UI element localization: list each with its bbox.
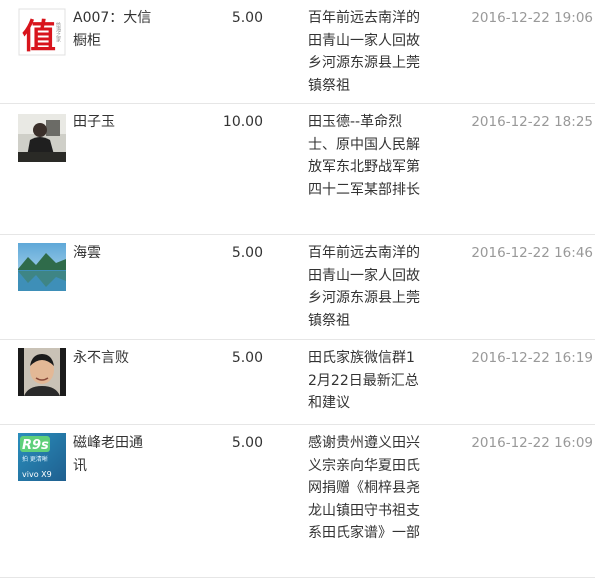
donation-time: 2016-12-22 19:06 bbox=[471, 10, 593, 26]
donation-amount: 5.00 bbox=[231, 435, 263, 451]
donation-message[interactable]: 百年前远去南洋的田青山一家人回故乡河源东源县上莞镇祭祖 bbox=[308, 7, 420, 97]
donation-message[interactable]: 百年前远去南洋的田青山一家人回故乡河源东源县上莞镇祭祖 bbox=[308, 242, 420, 332]
donor-name[interactable]: 磁峰老田通讯 bbox=[73, 432, 153, 477]
zhi-calligraphy-avatar-icon[interactable]: 值 给海之家 bbox=[18, 8, 66, 56]
donation-time: 2016-12-22 18:25 bbox=[471, 114, 593, 130]
donation-amount: 5.00 bbox=[231, 350, 263, 366]
donor-name[interactable]: 田子玉 bbox=[73, 111, 153, 134]
donation-message[interactable]: 田氏家族微信群12月22日最新汇总和建议 bbox=[308, 347, 420, 415]
donation-time: 2016-12-22 16:09 bbox=[471, 435, 593, 451]
donor-name[interactable]: A007：大信橱柜 bbox=[73, 7, 153, 52]
donation-time: 2016-12-22 16:46 bbox=[471, 245, 593, 261]
donation-time: 2016-12-22 16:19 bbox=[471, 350, 593, 366]
donation-message[interactable]: 感谢贵州遵义田兴义宗亲向华夏田氏网捐赠《桐梓县尧龙山镇田守书祖支系田氏家谱》一部 bbox=[308, 432, 420, 545]
donation-list: 值 给海之家 A007：大信橱柜 5.00 百年前远去南洋的田青山一家人回故乡河… bbox=[0, 0, 595, 580]
donation-amount: 5.00 bbox=[231, 10, 263, 26]
list-item: 田子玉 10.00 田玉德--革命烈士、原中国人民解放军东北野战军第四十二军某部… bbox=[0, 104, 595, 235]
mountain-lake-avatar-icon[interactable] bbox=[18, 243, 66, 291]
donation-amount: 5.00 bbox=[231, 245, 263, 261]
zhi-side-text: 给海之家 bbox=[55, 21, 61, 42]
donation-amount: 10.00 bbox=[222, 114, 263, 130]
list-item: 永不言败 5.00 田氏家族微信群12月22日最新汇总和建议 2016-12-2… bbox=[0, 340, 595, 425]
donation-message[interactable]: 田玉德--革命烈士、原中国人民解放军东北野战军第四十二军某部排长 bbox=[308, 111, 420, 201]
man-portrait-avatar-icon[interactable] bbox=[18, 348, 66, 396]
donor-name[interactable]: 海雲 bbox=[73, 242, 153, 265]
zhi-char: 值 bbox=[22, 17, 56, 56]
r9s-text: R9s bbox=[22, 438, 49, 453]
list-item: 值 给海之家 A007：大信橱柜 5.00 百年前远去南洋的田青山一家人回故乡河… bbox=[0, 0, 595, 104]
vivo-text: vivo X9 bbox=[22, 470, 52, 479]
r9s-sub-text: 拍 更清晰 bbox=[22, 455, 48, 463]
list-item: 海雲 5.00 百年前远去南洋的田青山一家人回故乡河源东源县上莞镇祭祖 2016… bbox=[0, 235, 595, 340]
list-item: R9s 拍 更清晰 vivo X9 磁峰老田通讯 5.00 感谢贵州遵义田兴义宗… bbox=[0, 425, 595, 578]
donor-name[interactable]: 永不言败 bbox=[73, 347, 153, 370]
person-photo-avatar-icon[interactable] bbox=[18, 114, 66, 162]
vivo-r9s-avatar-icon[interactable]: R9s 拍 更清晰 vivo X9 bbox=[18, 433, 66, 481]
